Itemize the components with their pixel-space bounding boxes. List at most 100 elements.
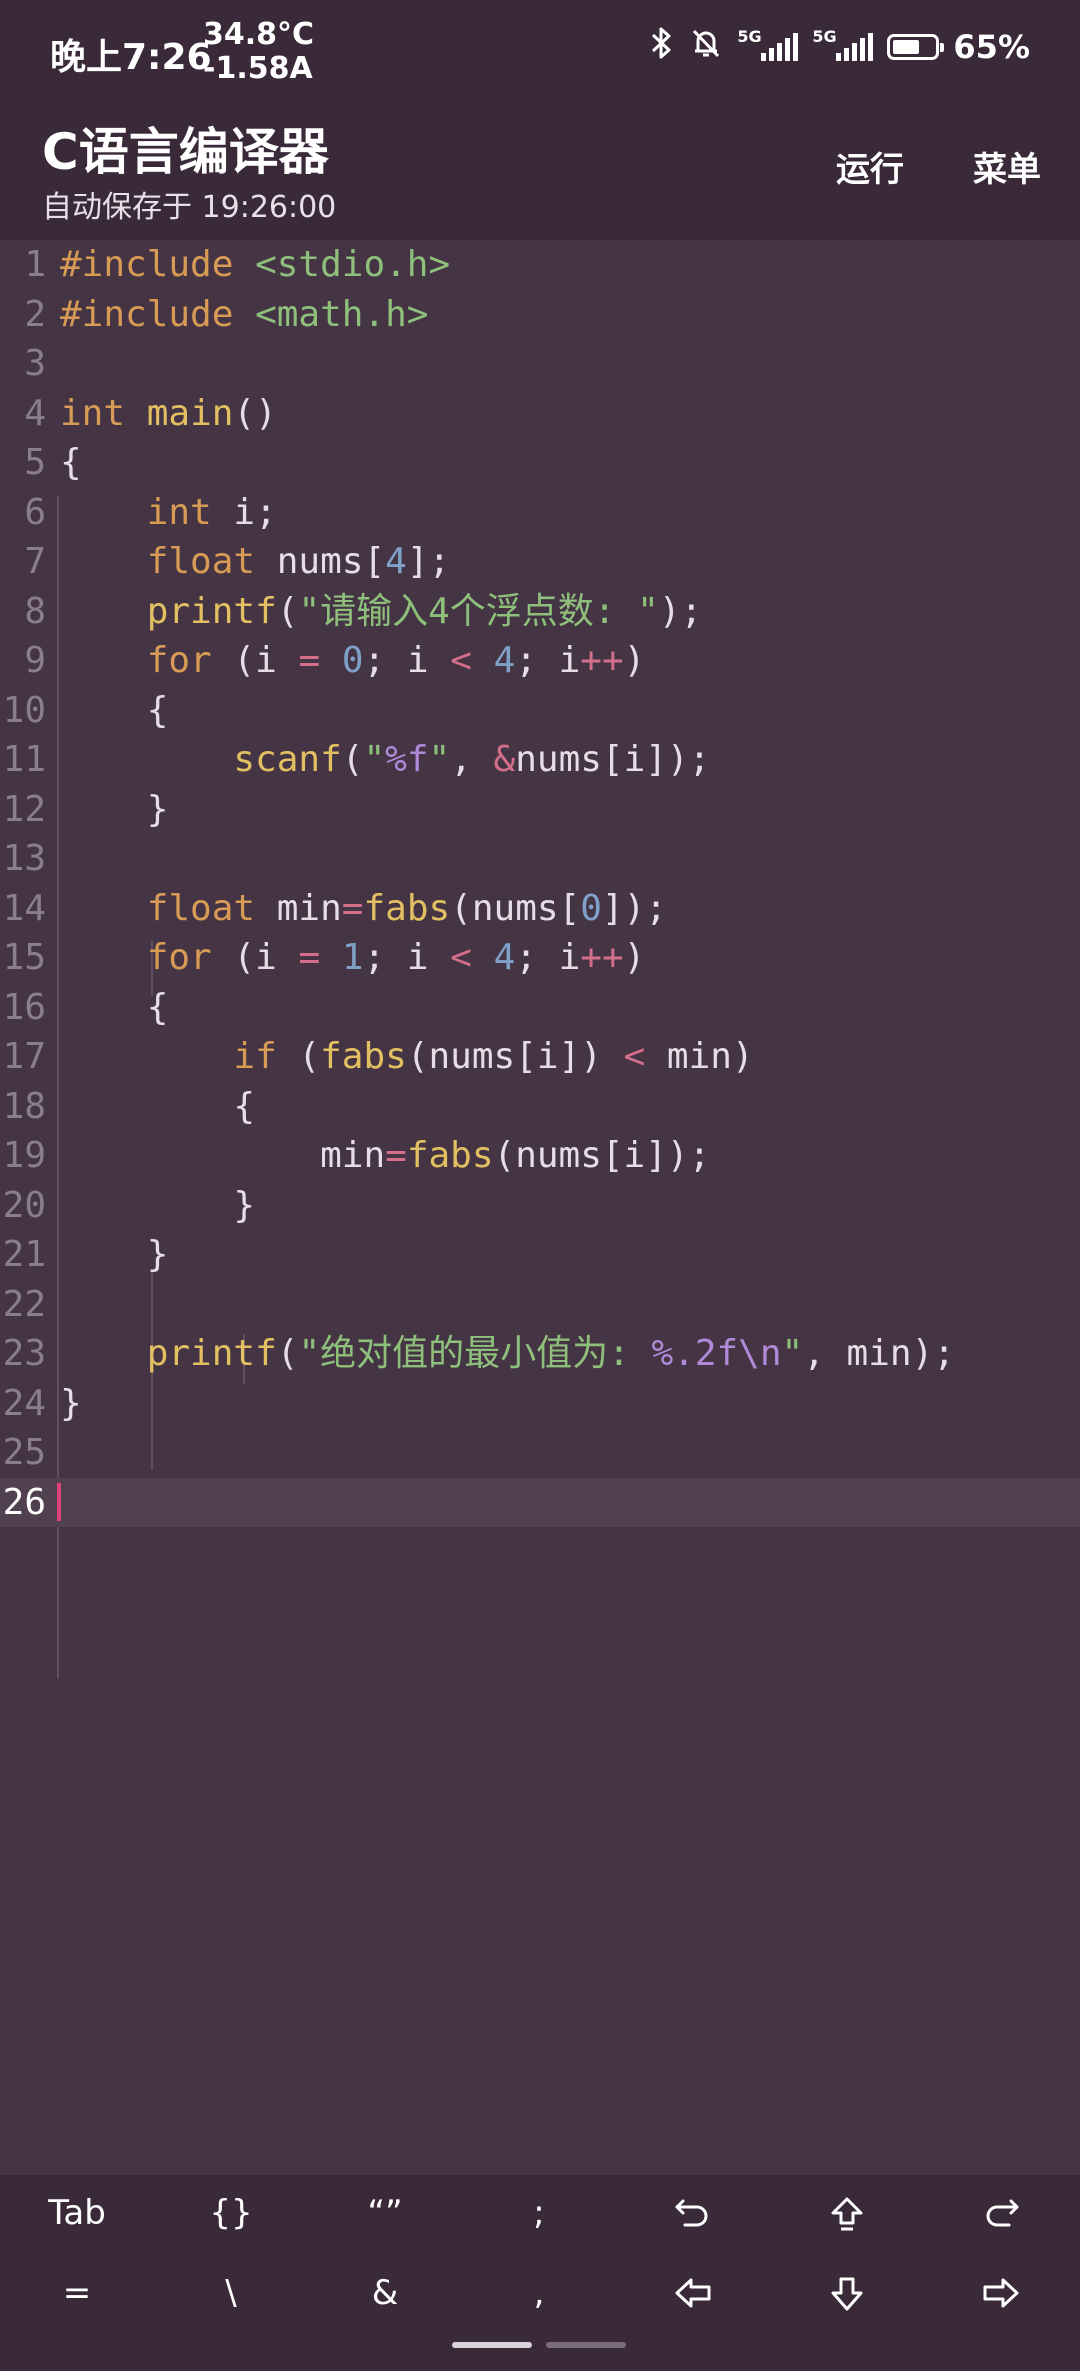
undo-key[interactable]	[616, 2195, 770, 2231]
code-token: {	[233, 1085, 256, 1127]
status-current-value: -1.58A	[203, 51, 313, 86]
code-line[interactable]: 21 }	[0, 1230, 1080, 1280]
line-number: 17	[2, 1036, 46, 1077]
code-line[interactable]: 23 printf("绝对值的最小值为: %.2f\n", min);	[0, 1329, 1080, 1379]
operator-token: <	[450, 937, 472, 978]
code-token: }	[233, 1184, 256, 1226]
code-line[interactable]: 9 for (i = 0; i < 4; i++)	[0, 636, 1080, 686]
code-line[interactable]: 12 }	[0, 785, 1080, 835]
cursor-down-key[interactable]	[770, 2275, 924, 2313]
code-line[interactable]: 11 scanf("%f", &nums[i]);	[0, 735, 1080, 785]
code-line[interactable]: 13	[0, 834, 1080, 884]
code-line[interactable]: 7 float nums[4];	[0, 537, 1080, 587]
line-number: 3	[24, 343, 46, 384]
semicolon-key[interactable]: ;	[462, 2193, 616, 2233]
line-number: 25	[2, 1432, 46, 1473]
code-line[interactable]: 20 }	[0, 1181, 1080, 1231]
undo-icon	[616, 2195, 770, 2231]
line-number: 18	[2, 1085, 46, 1127]
code-editor[interactable]: 1 #include <stdio.h> 2 #include <math.h> 3…	[0, 240, 1080, 2175]
code-line[interactable]: 17 if (fabs(nums[i]) < min)	[0, 1032, 1080, 1082]
equals-key[interactable]: =	[0, 2273, 154, 2313]
code-line[interactable]: 10 {	[0, 686, 1080, 736]
braces-key[interactable]: {}	[154, 2193, 308, 2233]
code-line[interactable]: 6 int i;	[0, 488, 1080, 538]
code-line[interactable]: 2 #include <math.h>	[0, 290, 1080, 340]
backslash-key[interactable]: \	[154, 2273, 308, 2313]
header-token: <math.h>	[255, 293, 429, 335]
code-token: (nums[i])	[406, 1036, 624, 1077]
code-token: }	[60, 1382, 82, 1424]
code-line[interactable]: 19 min=fabs(nums[i]);	[0, 1131, 1080, 1181]
code-token: ,	[450, 739, 494, 780]
function-token: printf	[146, 590, 277, 632]
shift-key[interactable]	[770, 2195, 924, 2233]
code-token: ; i	[363, 937, 451, 978]
app-title: C语言编译器	[42, 123, 329, 181]
string-token: "请输入4个浮点数: "	[298, 590, 659, 632]
code-token: (	[341, 739, 364, 780]
cursor-left-key[interactable]	[616, 2275, 770, 2311]
code-token: nums[i]);	[515, 739, 711, 780]
number-token: 0	[341, 640, 364, 681]
code-token: ; i	[515, 937, 581, 978]
code-line[interactable]: 15 for (i = 1; i < 4; i++)	[0, 933, 1080, 983]
sim1-label: 5G	[737, 27, 762, 46]
keyword-token: int	[60, 392, 126, 434]
code-line[interactable]: 14 float min=fabs(nums[0]);	[0, 884, 1080, 934]
code-token: i;	[211, 491, 277, 533]
operator-token: ++	[580, 937, 624, 978]
keyword-token: if	[233, 1036, 277, 1077]
cursor-right-key[interactable]	[924, 2275, 1078, 2311]
code-token: (i	[211, 640, 299, 681]
tab-key[interactable]: Tab	[0, 2193, 154, 2233]
code-token: min	[255, 887, 342, 929]
code-line[interactable]: 22	[0, 1280, 1080, 1330]
line-number: 14	[2, 887, 46, 929]
code-line[interactable]: 18 {	[0, 1082, 1080, 1132]
line-number: 16	[2, 986, 46, 1028]
code-line[interactable]: 3	[0, 339, 1080, 389]
code-token: {	[60, 442, 82, 483]
ampersand-key[interactable]: &	[308, 2273, 462, 2313]
redo-key[interactable]	[924, 2195, 1078, 2231]
comma-key[interactable]: ,	[462, 2273, 616, 2313]
quotes-key[interactable]: “”	[308, 2193, 462, 2233]
line-number: 5	[24, 442, 46, 483]
string-token: "	[428, 739, 451, 780]
line-number: 21	[2, 1234, 46, 1275]
code-line[interactable]: 5{	[0, 438, 1080, 488]
status-bar: 晚上7:26 34.8°C -1.58A 5G 5G 65%	[0, 0, 1080, 100]
operator-token: =	[298, 937, 321, 978]
code-token: (	[276, 590, 299, 632]
code-token: ()	[233, 392, 277, 434]
keyword-token: for	[146, 640, 212, 681]
code-token: }	[146, 788, 169, 830]
line-number: 1	[24, 244, 46, 285]
number-token: 1	[341, 937, 364, 978]
code-token: nums[	[255, 541, 386, 582]
code-line[interactable]: 8 printf("请输入4个浮点数: ");	[0, 587, 1080, 637]
line-number: 19	[2, 1135, 46, 1176]
operator-token: =	[385, 1135, 407, 1176]
text-caret	[57, 1483, 61, 1521]
code-line[interactable]: 25	[0, 1428, 1080, 1478]
line-number: 24	[2, 1382, 46, 1424]
code-token: ; i	[515, 640, 581, 681]
code-line[interactable]: 16 {	[0, 983, 1080, 1033]
code-token: , min);	[803, 1333, 955, 1374]
code-line[interactable]: 24}	[0, 1379, 1080, 1429]
code-line-current[interactable]: 26	[0, 1477, 1080, 1527]
header-token: <stdio.h>	[255, 244, 451, 285]
code-token: (nums[i]);	[493, 1135, 711, 1176]
number-token: 4	[385, 541, 407, 582]
code-line[interactable]: 1 #include <stdio.h>	[0, 240, 1080, 290]
status-temperature: 34.8°C -1.58A	[203, 18, 314, 86]
line-number: 11	[2, 739, 46, 780]
run-button[interactable]: 运行	[836, 142, 904, 191]
code-line[interactable]: 4 int main()	[0, 389, 1080, 439]
menu-button[interactable]: 菜单	[973, 142, 1041, 191]
code-token: (	[276, 1036, 321, 1077]
